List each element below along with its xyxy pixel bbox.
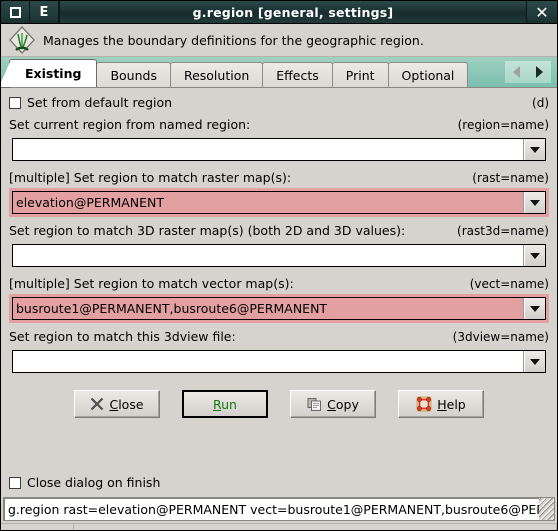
close-dialog-on-finish-checkbox[interactable]: Close dialog on finish	[9, 475, 160, 490]
existing-tab-panel: Set from default region (d) Set current …	[1, 88, 557, 418]
run-button[interactable]: Run	[182, 390, 268, 418]
copy-icon	[307, 397, 322, 412]
vector-input[interactable]: busroute1@PERMANENT,busroute6@PERMANENT	[13, 298, 524, 319]
raster-hint: (rast=name)	[472, 171, 549, 185]
raster-group: [multiple] Set region to match raster ma…	[9, 170, 549, 217]
run-button-label: Run	[213, 396, 237, 412]
raster3d-combo-wrap	[9, 241, 549, 270]
app-letter-label: E	[39, 4, 49, 20]
tab-bar: Existing Bounds Resolution Effects Print…	[1, 57, 557, 88]
checkbox-label: Set from default region	[27, 95, 173, 110]
chevron-down-icon[interactable]	[524, 192, 545, 213]
named-region-hint: (region=name)	[457, 118, 549, 132]
raster-label: [multiple] Set region to match raster ma…	[9, 170, 292, 185]
dialog-description: Manages the boundary definitions for the…	[43, 32, 424, 48]
raster-combo[interactable]: elevation@PERMANENT	[12, 191, 546, 214]
tab-label: Effects	[276, 67, 319, 83]
vector-group: [multiple] Set region to match vector ma…	[9, 276, 549, 323]
view3d-label: Set region to match this 3dview file:	[9, 329, 236, 344]
tab-optional[interactable]: Optional	[387, 62, 469, 87]
triangle-right-icon[interactable]	[536, 66, 543, 78]
default-region-row: Set from default region (d)	[9, 95, 549, 110]
status-segment-2	[74, 524, 557, 530]
tab-effects[interactable]: Effects	[262, 62, 333, 87]
chevron-down-icon[interactable]	[524, 245, 545, 266]
view3d-group: Set region to match this 3dview file: (3…	[9, 329, 549, 376]
tab-existing[interactable]: Existing	[1, 59, 98, 88]
view3d-label-row: Set region to match this 3dview file: (3…	[9, 329, 549, 344]
close-on-finish-row: Close dialog on finish	[1, 469, 557, 497]
tab-label: Optional	[401, 67, 455, 83]
app-menu-icon[interactable]: E	[30, 1, 59, 23]
grass-logo-icon	[7, 25, 37, 55]
chevron-down-icon[interactable]	[524, 298, 545, 319]
tab-label: Bounds	[110, 67, 157, 83]
dialog-button-row: Close Run Copy Help	[9, 390, 549, 418]
status-bar	[1, 523, 557, 530]
named-region-label: Set current region from named region:	[9, 117, 251, 132]
close-x-icon	[90, 397, 104, 411]
set-from-default-region-checkbox[interactable]: Set from default region	[9, 95, 172, 110]
status-segment-1	[1, 524, 74, 530]
view3d-hint: (3dview=name)	[452, 330, 549, 344]
close-icon[interactable]: ✕	[527, 1, 557, 23]
vector-label: [multiple] Set region to match vector ma…	[9, 276, 294, 291]
view3d-input[interactable]	[13, 351, 524, 372]
tab-scroll-controls	[505, 61, 551, 83]
raster3d-group: Set region to match 3D raster map(s) (bo…	[9, 223, 549, 270]
vector-label-row: [multiple] Set region to match vector ma…	[9, 276, 549, 291]
raster3d-input[interactable]	[13, 245, 524, 266]
help-button-label: Help	[437, 396, 466, 412]
maximize-icon[interactable]	[1, 1, 30, 23]
tab-resolution[interactable]: Resolution	[169, 62, 264, 87]
named-region-combo[interactable]	[12, 138, 546, 161]
raster-label-row: [multiple] Set region to match raster ma…	[9, 170, 549, 185]
view3d-combo-wrap	[9, 347, 549, 376]
raster-combo-wrap: elevation@PERMANENT	[9, 188, 549, 217]
tab-label: Print	[345, 67, 375, 83]
tab-bounds[interactable]: Bounds	[96, 62, 171, 87]
dialog-footer: Close dialog on finish g.region rast=ele…	[1, 469, 557, 530]
raster3d-combo[interactable]	[12, 244, 546, 267]
copy-button[interactable]: Copy	[290, 390, 376, 418]
chevron-down-icon[interactable]	[524, 351, 545, 372]
title-bar: E g.region [general, settings] ✕	[1, 1, 557, 24]
tab-print[interactable]: Print	[331, 62, 389, 87]
vector-combo[interactable]: busroute1@PERMANENT,busroute6@PERMANENT	[12, 297, 546, 320]
resize-grip-icon[interactable]	[539, 498, 554, 520]
command-bar[interactable]: g.region rast=elevation@PERMANENT vect=b…	[3, 497, 555, 521]
raster3d-label: Set region to match 3D raster map(s) (bo…	[9, 223, 406, 238]
named-region-input[interactable]	[13, 139, 524, 160]
vector-combo-wrap: busroute1@PERMANENT,busroute6@PERMANENT	[9, 294, 549, 323]
named-region-group: Set current region from named region: (r…	[9, 117, 549, 164]
checkbox-box	[9, 96, 21, 109]
window-title: g.region [general, settings]	[59, 1, 527, 23]
triangle-left-icon[interactable]	[513, 66, 520, 78]
command-text[interactable]: g.region rast=elevation@PERMANENT vect=b…	[4, 502, 554, 517]
view3d-combo[interactable]	[12, 350, 546, 373]
raster3d-label-row: Set region to match 3D raster map(s) (bo…	[9, 223, 549, 238]
grass-help-icon	[416, 396, 432, 412]
named-region-label-row: Set current region from named region: (r…	[9, 117, 549, 132]
chevron-down-icon[interactable]	[524, 139, 545, 160]
grass-gregion-dialog: E g.region [general, settings] ✕ Manages…	[0, 0, 558, 531]
raster3d-hint: (rast3d=name)	[457, 224, 549, 238]
checkbox-box	[9, 476, 21, 489]
dialog-header: Manages the boundary definitions for the…	[1, 24, 557, 57]
close-button-label: Close	[109, 396, 144, 412]
tab-label: Existing	[25, 66, 82, 81]
raster-input[interactable]: elevation@PERMANENT	[13, 192, 524, 213]
named-region-combo-wrap	[9, 135, 549, 164]
tab-label: Resolution	[183, 67, 250, 83]
checkbox-label: Close dialog on finish	[27, 475, 161, 490]
default-region-hint: (d)	[532, 95, 549, 110]
copy-button-label: Copy	[327, 396, 359, 412]
vector-hint: (vect=name)	[469, 277, 549, 291]
close-button[interactable]: Close	[74, 390, 160, 418]
help-button[interactable]: Help	[398, 390, 484, 418]
